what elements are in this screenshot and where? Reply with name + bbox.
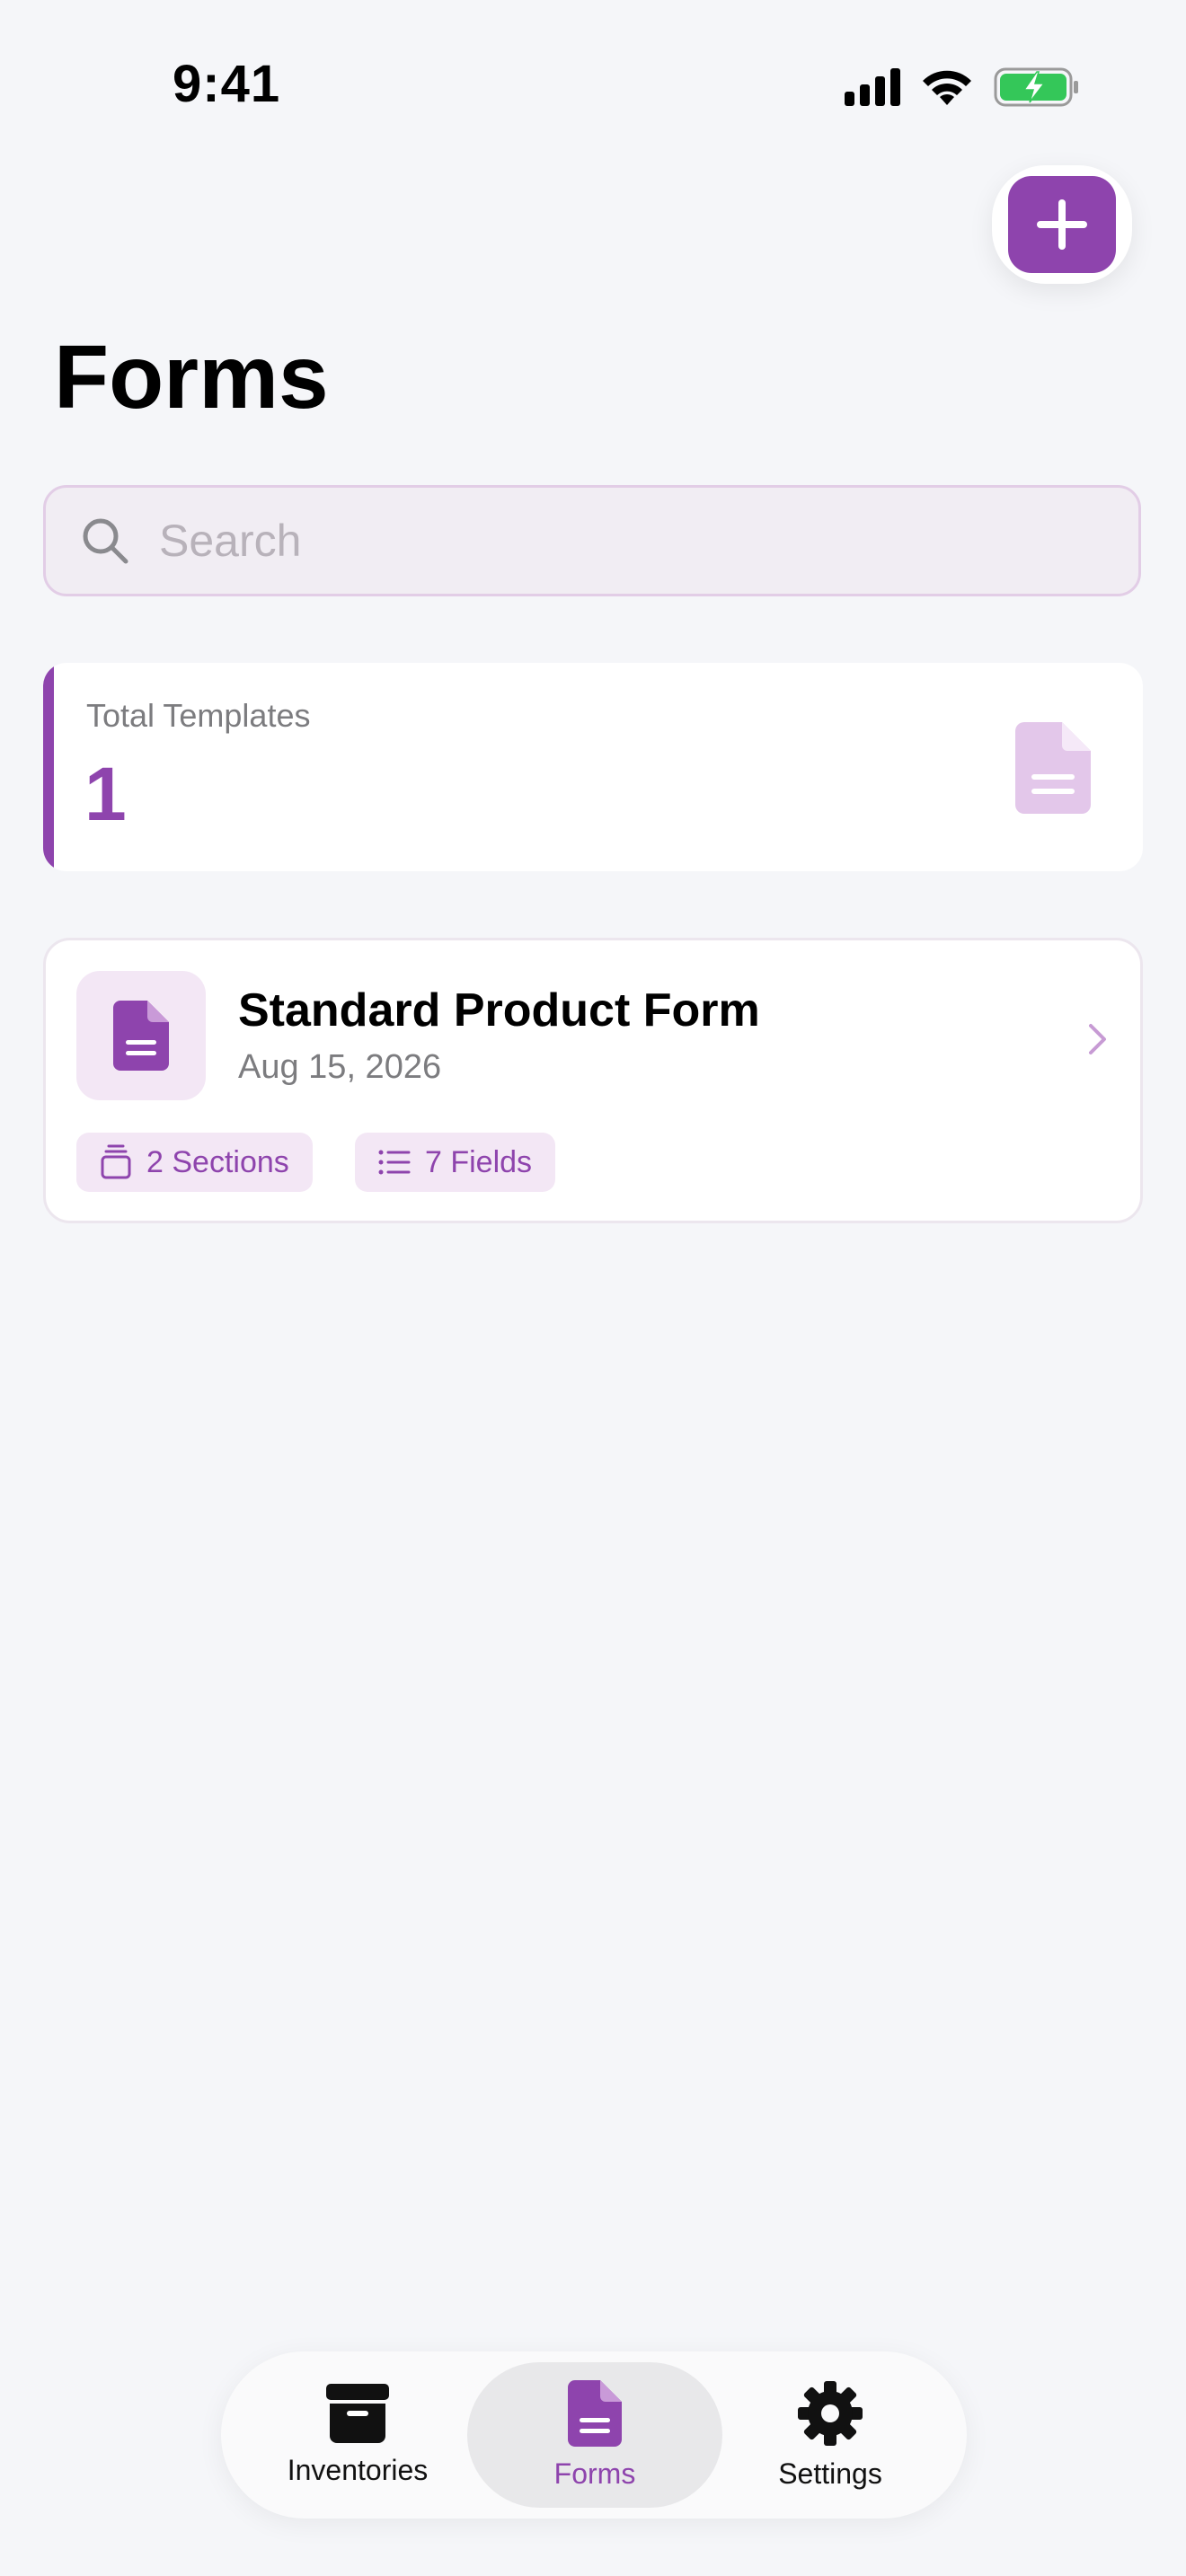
form-thumbnail <box>76 971 206 1100</box>
status-bar: 9:41 <box>0 0 1186 171</box>
stat-label: Total Templates <box>86 697 311 734</box>
total-templates-card: Total Templates 1 <box>43 663 1143 871</box>
battery-charging-icon <box>994 67 1078 107</box>
page-title: Forms <box>54 327 329 428</box>
stat-value: 1 <box>84 752 127 836</box>
forms-screen: 9:41 Forms Search Total Templates 1 Stan… <box>0 0 1186 2576</box>
status-time: 9:41 <box>173 55 281 113</box>
form-date: Aug 15, 2026 <box>238 1048 442 1086</box>
document-icon <box>113 1001 169 1071</box>
wifi-icon <box>923 70 971 105</box>
tab-label: Inventories <box>287 2453 429 2486</box>
tab-inventories[interactable]: Inventories <box>230 2362 485 2508</box>
tab-settings[interactable]: Settings <box>703 2362 958 2508</box>
tab-label: Forms <box>553 2457 636 2490</box>
add-button-inner <box>1008 176 1116 273</box>
sections-badge: 2 Sections <box>76 1133 313 1192</box>
tab-label: Settings <box>778 2457 882 2490</box>
sections-count: 2 Sections <box>146 1144 289 1179</box>
cellular-signal-icon <box>845 68 900 106</box>
archive-box-icon <box>326 2383 389 2443</box>
stack-icon <box>101 1144 131 1179</box>
plus-icon <box>1037 199 1087 250</box>
document-icon <box>568 2379 622 2447</box>
search-bar[interactable] <box>43 485 1141 596</box>
form-template-card[interactable]: Standard Product Form Aug 15, 2026 2 Sec… <box>43 938 1143 1223</box>
fields-count: 7 Fields <box>425 1144 533 1179</box>
chevron-right-icon <box>1089 1024 1106 1054</box>
add-form-button[interactable] <box>992 165 1132 284</box>
search-icon <box>83 518 128 564</box>
fields-badge: 7 Fields <box>355 1133 556 1192</box>
card-accent-bar <box>43 663 54 871</box>
form-title: Standard Product Form <box>238 984 760 1037</box>
tab-bar: Inventories Forms Settings <box>221 2351 967 2519</box>
gear-icon <box>798 2380 863 2446</box>
status-icons <box>845 66 1080 108</box>
tab-forms[interactable]: Forms <box>467 2362 722 2508</box>
document-icon <box>1015 722 1091 814</box>
search-input[interactable] <box>157 514 1059 568</box>
list-icon <box>378 1150 411 1175</box>
